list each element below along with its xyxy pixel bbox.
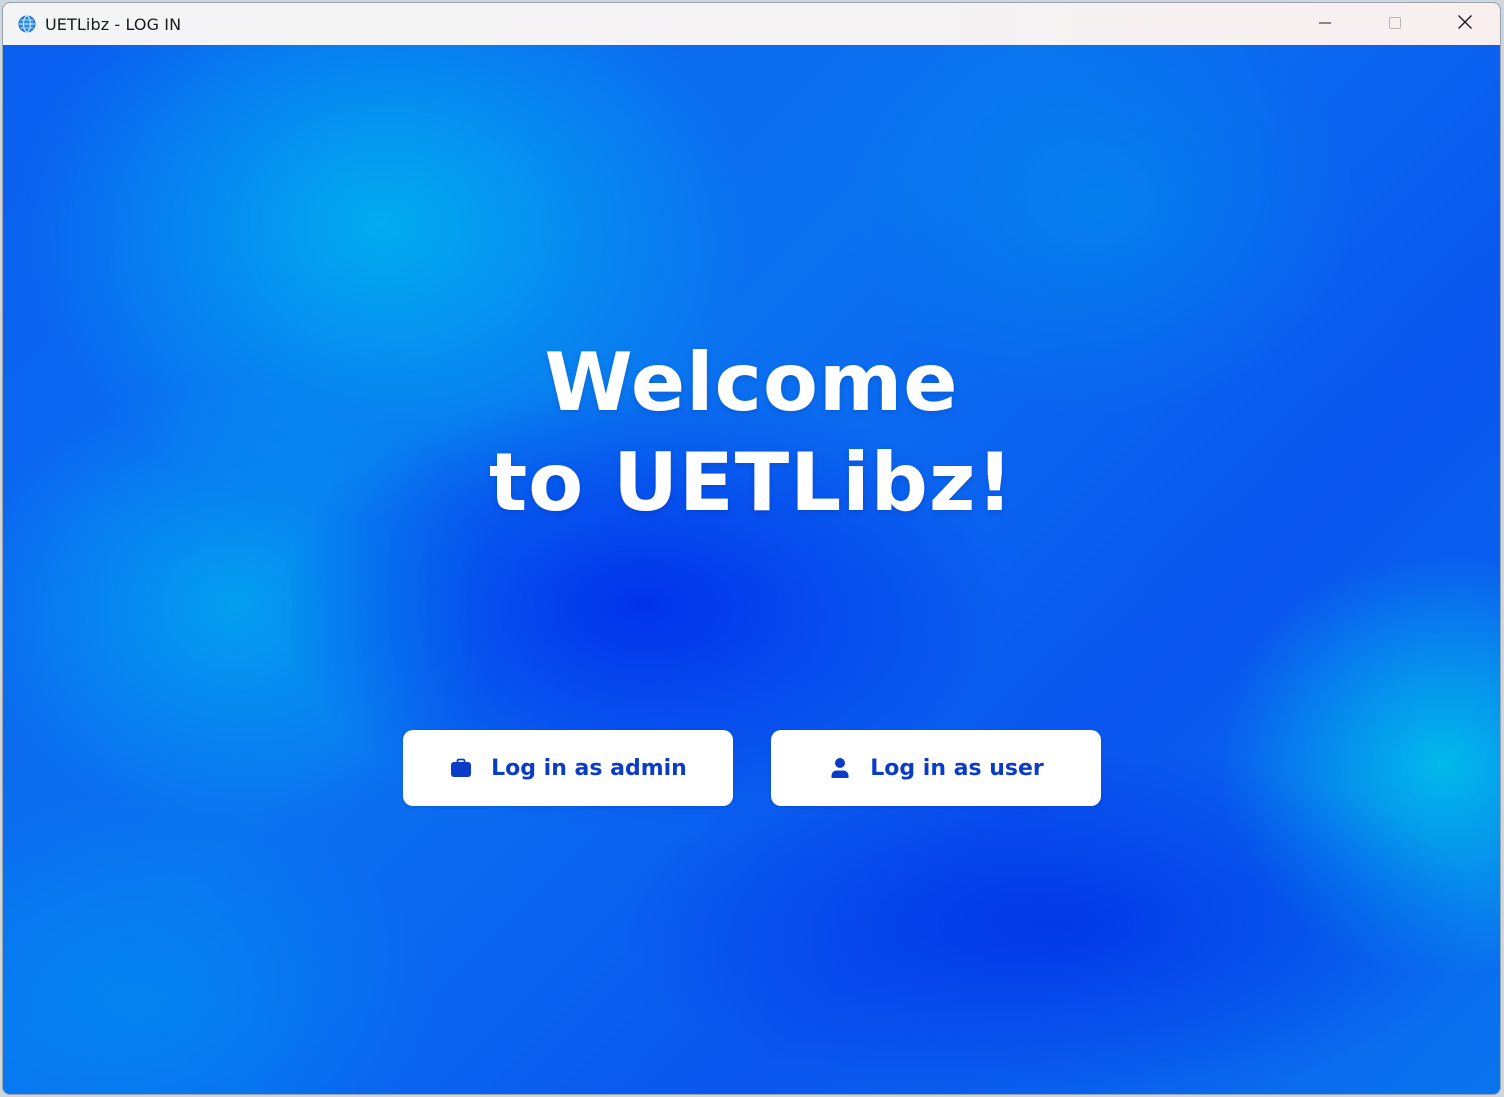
login-content: Welcome to UETLibz! Log in as admin Log …	[3, 45, 1500, 1094]
welcome-line-1: Welcome	[544, 336, 959, 429]
login-user-button[interactable]: Log in as user	[771, 730, 1101, 806]
title-bar[interactable]: UETLibz - LOG IN	[3, 3, 1500, 45]
briefcase-icon	[449, 756, 473, 780]
login-admin-label: Log in as admin	[491, 755, 687, 781]
close-button[interactable]	[1430, 3, 1500, 45]
welcome-line-2: to UETLibz!	[489, 436, 1014, 529]
close-icon	[1457, 14, 1473, 34]
login-admin-button[interactable]: Log in as admin	[403, 730, 733, 806]
person-icon	[828, 756, 852, 780]
window-controls	[1290, 3, 1500, 45]
maximize-icon	[1388, 15, 1402, 34]
welcome-heading: Welcome to UETLibz!	[3, 333, 1500, 533]
minimize-icon	[1318, 15, 1332, 34]
login-user-label: Log in as user	[870, 755, 1044, 781]
app-window: UETLibz - LOG IN Welcome to UETLibz! Log…	[2, 2, 1501, 1095]
maximize-button[interactable]	[1360, 3, 1430, 45]
globe-icon	[18, 15, 36, 33]
window-title: UETLibz - LOG IN	[45, 14, 182, 34]
minimize-button[interactable]	[1290, 3, 1360, 45]
